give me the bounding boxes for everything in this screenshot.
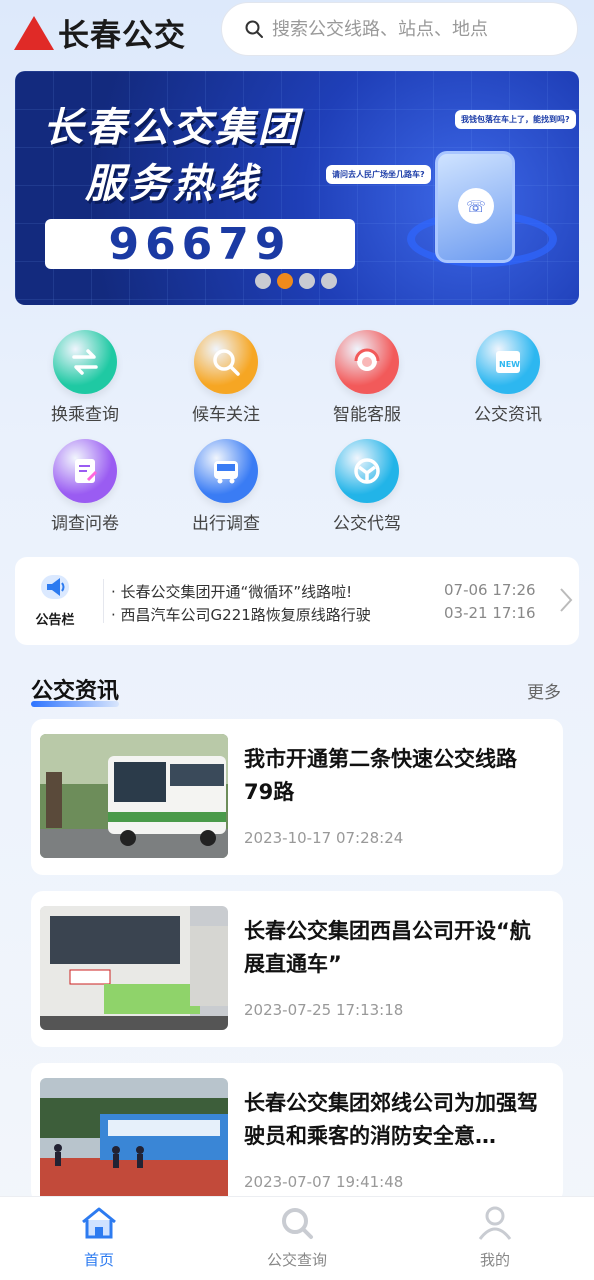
news-thumbnail [40, 734, 228, 858]
news-card[interactable]: 我市开通第二条快速公交线路79路 2023-10-17 07:28:24 [31, 719, 563, 875]
notice-board[interactable]: 公告栏 · 长春公交集团开通“微循环”线路啦! · 西昌汽车公司G221路恢复原… [15, 557, 579, 645]
pagination-dot[interactable] [277, 273, 293, 289]
banner-subtitle: 服务热线 [85, 161, 261, 207]
service-news[interactable]: NEW 公交资讯 [453, 330, 563, 425]
news-thumbnail [40, 1078, 228, 1202]
news-thumbnail [40, 906, 228, 1030]
pagination-dot[interactable] [255, 273, 271, 289]
service-customer-service[interactable]: 智能客服 [312, 330, 422, 425]
transfer-icon [53, 330, 117, 394]
home-icon [82, 1207, 116, 1239]
news-date: 2023-07-25 17:13:18 [244, 1001, 404, 1019]
notice-time: 03-21 17:16 [444, 604, 536, 622]
news-title: 长春公交集团郊线公司为加强驾驶员和乘客的消防安全意… [244, 1091, 538, 1148]
svg-text:NEW: NEW [499, 360, 520, 369]
banner-hotline-number: 96679 [45, 219, 355, 270]
bus-icon [194, 439, 258, 503]
megaphone-icon [41, 575, 69, 599]
service-label: 候车关注 [192, 405, 260, 425]
news-more-link[interactable]: 更多 [527, 678, 561, 703]
search-icon [282, 1208, 313, 1239]
notice-label-block: 公告栏 [27, 571, 83, 628]
phone-illustration: ☏ [435, 151, 515, 263]
service-transfer[interactable]: 换乘查询 [30, 330, 140, 425]
hotline-banner[interactable]: 长春公交集团 服务热线 96679 我钱包落在车上了，能找到吗? 请问去人民广场… [15, 71, 579, 305]
pagination-dot[interactable] [299, 273, 315, 289]
search-input[interactable] [272, 18, 562, 40]
service-label: 换乘查询 [51, 405, 119, 425]
app-logo: 长春公交 [14, 10, 186, 55]
questionnaire-icon [53, 439, 117, 503]
service-steering-wheel[interactable]: 公交代驾 [312, 439, 422, 534]
tab-label: 首页 [83, 1251, 114, 1269]
service-label: 出行调查 [192, 514, 260, 534]
app-title: 长春公交 [58, 18, 186, 54]
service-label: 智能客服 [333, 405, 401, 425]
user-icon [478, 1206, 512, 1240]
tab-bus-search[interactable]: 公交查询 [237, 1205, 357, 1270]
news-date: 2023-10-17 07:28:24 [244, 829, 404, 847]
banner-pagination [255, 273, 337, 289]
service-label: 公交资讯 [474, 405, 542, 425]
steering-wheel-icon [335, 439, 399, 503]
app-header: 长春公交 [0, 0, 594, 60]
search-bar[interactable] [221, 2, 578, 56]
service-bus[interactable]: 出行调查 [171, 439, 281, 534]
news-icon: NEW [476, 330, 540, 394]
notice-item[interactable]: · 长春公交集团开通“微循环”线路啦! [111, 581, 352, 602]
tab-label: 我的 [479, 1251, 510, 1269]
tab-profile[interactable]: 我的 [435, 1205, 555, 1270]
customer-service-icon [335, 330, 399, 394]
search-icon [194, 330, 258, 394]
tab-home[interactable]: 首页 [39, 1205, 159, 1270]
news-date: 2023-07-07 19:41:48 [244, 1173, 404, 1191]
notice-board-label: 公告栏 [35, 613, 75, 628]
search-icon [245, 20, 263, 38]
pagination-dot[interactable] [321, 273, 337, 289]
service-label: 调查问卷 [51, 514, 119, 534]
banner-bubble: 我钱包落在车上了，能找到吗? [455, 110, 576, 129]
bottom-tab-bar: 首页 公交查询 我的 [0, 1196, 594, 1280]
news-title: 我市开通第二条快速公交线路79路 [244, 747, 517, 804]
notice-item[interactable]: · 西昌汽车公司G221路恢复原线路行驶 [111, 604, 371, 625]
news-card[interactable]: 长春公交集团西昌公司开设“航展直通车” 2023-07-25 17:13:18 [31, 891, 563, 1047]
phone-call-icon: ☏ [458, 188, 494, 224]
banner-bubble: 请问去人民广场坐几路车? [326, 165, 431, 184]
news-title: 长春公交集团西昌公司开设“航展直通车” [244, 919, 531, 976]
banner-title: 长春公交集团 [43, 105, 301, 151]
news-card[interactable]: 长春公交集团郊线公司为加强驾驶员和乘客的消防安全意… 2023-07-07 19… [31, 1063, 563, 1203]
news-section-title: 公交资讯 [31, 673, 120, 707]
notice-time: 07-06 17:26 [444, 581, 536, 599]
tab-label: 公交查询 [266, 1251, 327, 1269]
service-label: 公交代驾 [333, 514, 401, 534]
chevron-right-icon[interactable] [557, 585, 575, 615]
service-questionnaire[interactable]: 调查问卷 [30, 439, 140, 534]
logo-triangle-icon [14, 15, 54, 50]
service-search[interactable]: 候车关注 [171, 330, 281, 425]
